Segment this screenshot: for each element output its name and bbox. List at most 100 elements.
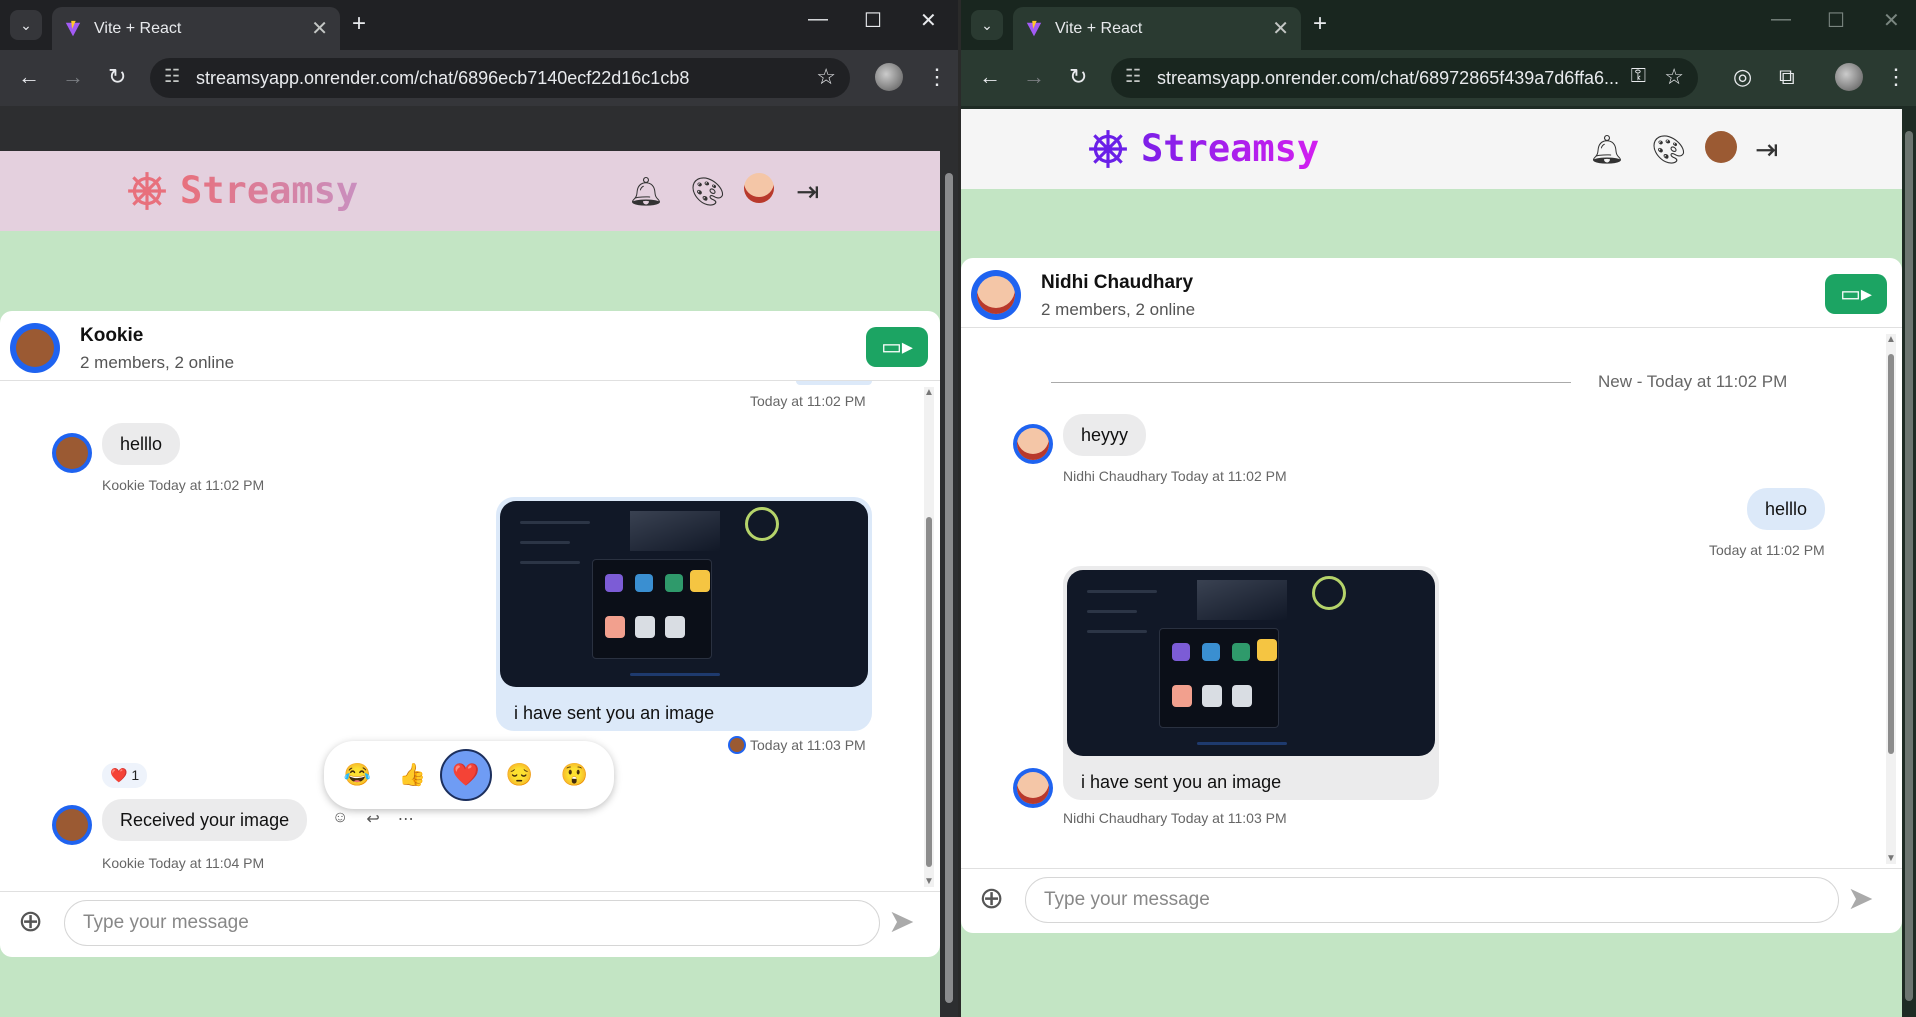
brand-logo[interactable]: Streamsy: [1087, 127, 1319, 170]
maximize-icon[interactable]: ☐: [864, 8, 882, 33]
message-scrollbar[interactable]: ▲ ▼: [924, 387, 934, 887]
message-list[interactable]: New - Today at 11:02 PM heyyy Nidhi Chau…: [961, 328, 1902, 868]
address-bar[interactable]: ☷ streamsyapp.onrender.com/chat/68972865…: [1111, 58, 1698, 98]
bell-icon[interactable]: 🔔︎: [1589, 133, 1625, 166]
message-bubble[interactable]: Received your image: [102, 799, 308, 841]
video-camera-icon: ▭▸: [881, 334, 913, 359]
close-window-icon[interactable]: ✕: [920, 8, 937, 33]
message-bubble[interactable]: helllo: [102, 423, 181, 465]
forward-icon[interactable]: →: [1023, 64, 1045, 90]
reaction-heart[interactable]: ❤️: [440, 749, 492, 801]
message-avatar[interactable]: [52, 433, 92, 473]
brand-logo[interactable]: Streamsy: [126, 169, 358, 212]
reload-icon[interactable]: ↻: [108, 64, 126, 90]
add-reaction-icon[interactable]: ☺: [332, 809, 348, 829]
shared-image[interactable]: [500, 501, 868, 687]
image-message[interactable]: i have sent you an image: [1063, 566, 1439, 800]
message-bubble[interactable]: helllo: [1747, 488, 1826, 530]
reply-icon[interactable]: ↩: [366, 809, 379, 829]
new-tab-icon[interactable]: +: [1313, 10, 1327, 38]
message-input[interactable]: Type your message: [64, 900, 880, 946]
profile-avatar[interactable]: [1835, 63, 1863, 91]
bookmark-star-icon[interactable]: ☆: [816, 64, 836, 90]
extension-target-icon[interactable]: ◎: [1733, 64, 1752, 90]
menu-kebab-icon[interactable]: ⋮: [1885, 64, 1907, 90]
page-scrollbar[interactable]: [1902, 109, 1916, 1017]
palette-icon[interactable]: 🎨︎: [1651, 133, 1687, 166]
scroll-up-icon[interactable]: ▲: [924, 387, 934, 398]
shared-image[interactable]: [1067, 570, 1435, 756]
brand-name: Streamsy: [180, 169, 359, 212]
send-icon[interactable]: ➤: [1847, 879, 1874, 917]
message-avatar[interactable]: [52, 805, 92, 845]
scroll-thumb[interactable]: [1888, 354, 1894, 754]
minimize-icon[interactable]: —: [808, 8, 828, 31]
scroll-down-icon[interactable]: ▼: [924, 876, 934, 887]
menu-kebab-icon[interactable]: ⋮: [926, 64, 948, 90]
scroll-up-icon[interactable]: ▲: [1886, 334, 1896, 345]
forward-icon[interactable]: →: [62, 64, 84, 90]
send-icon[interactable]: ➤: [888, 902, 915, 940]
image-caption: i have sent you an image: [514, 703, 715, 723]
brand-name: Streamsy: [1141, 127, 1320, 170]
reaction-thumbs-up[interactable]: 👍: [385, 749, 440, 801]
close-tab-icon[interactable]: ✕: [311, 16, 328, 41]
page-scrollbar[interactable]: [940, 151, 958, 1017]
site-info-icon[interactable]: ☷: [1125, 66, 1141, 87]
reaction-laugh[interactable]: 😂: [330, 749, 385, 801]
palette-icon[interactable]: 🎨︎: [690, 175, 726, 208]
message-actions: ☺ ↩ ⋯: [332, 809, 414, 829]
password-key-icon[interactable]: ⚿: [1631, 65, 1646, 88]
extensions-icon[interactable]: ⧉: [1779, 64, 1795, 90]
message-input[interactable]: Type your message: [1025, 877, 1839, 923]
logout-icon[interactable]: ⇥: [1755, 133, 1778, 166]
address-bar[interactable]: ☷ streamsyapp.onrender.com/chat/6896ecb7…: [150, 58, 850, 98]
bell-icon[interactable]: 🔔︎: [628, 175, 664, 208]
reload-icon[interactable]: ↻: [1069, 64, 1087, 90]
logout-icon[interactable]: ⇥: [796, 175, 819, 208]
message-list[interactable]: Today at 11:02 PM helllo Kookie Today at…: [0, 381, 940, 891]
minimize-icon[interactable]: —: [1771, 8, 1791, 31]
page-scroll-thumb[interactable]: [1905, 131, 1913, 1001]
message-avatar[interactable]: [1013, 424, 1053, 464]
message-meta: Today at 11:02 PM: [750, 393, 866, 409]
bookmark-star-icon[interactable]: ☆: [1664, 64, 1684, 90]
message-meta: Today at 11:03 PM: [750, 737, 866, 753]
reaction-sad[interactable]: 😔: [492, 749, 547, 801]
more-options-icon[interactable]: ⋯: [398, 809, 414, 829]
user-avatar[interactable]: [1703, 129, 1739, 165]
reaction-chip[interactable]: ❤️ 1: [102, 763, 148, 788]
message-scrollbar[interactable]: ▲ ▼: [1886, 334, 1896, 864]
back-icon[interactable]: ←: [18, 64, 40, 90]
scroll-thumb[interactable]: [926, 517, 932, 867]
user-avatar[interactable]: [742, 171, 776, 205]
site-info-icon[interactable]: ☷: [164, 66, 180, 87]
browser-tab[interactable]: Vite + React ✕: [52, 7, 340, 50]
message-avatar[interactable]: [1013, 768, 1053, 808]
chat-avatar[interactable]: [10, 323, 60, 373]
browser-tab[interactable]: Vite + React ✕: [1013, 7, 1301, 50]
helm-icon: [128, 171, 166, 210]
helm-icon: [1089, 129, 1127, 168]
image-message[interactable]: i have sent you an image: [496, 497, 872, 731]
close-window-icon[interactable]: ✕: [1883, 8, 1900, 33]
video-call-button[interactable]: ▭▸: [1825, 274, 1887, 314]
scroll-down-icon[interactable]: ▼: [1886, 853, 1896, 864]
tab-list-button[interactable]: ⌄: [971, 10, 1003, 40]
new-messages-divider: [1051, 382, 1571, 383]
back-icon[interactable]: ←: [979, 64, 1001, 90]
tab-list-button[interactable]: ⌄: [10, 10, 42, 40]
maximize-icon[interactable]: ☐: [1827, 8, 1845, 33]
close-tab-icon[interactable]: ✕: [1272, 16, 1289, 41]
add-attachment-icon[interactable]: ⊕: [18, 904, 43, 939]
video-call-button[interactable]: ▭▸: [866, 327, 928, 367]
reaction-surprised[interactable]: 😲: [547, 749, 602, 801]
page-scroll-thumb[interactable]: [945, 173, 953, 1003]
chat-avatar[interactable]: [971, 270, 1021, 320]
profile-avatar[interactable]: [875, 63, 903, 91]
message-bubble[interactable]: heyyy: [1063, 414, 1147, 456]
new-tab-icon[interactable]: +: [352, 10, 366, 38]
app-header: Streamsy 🔔︎ 🎨︎ ⇥: [961, 109, 1902, 189]
message-meta: Nidhi Chaudhary Today at 11:02 PM: [1063, 468, 1287, 484]
add-attachment-icon[interactable]: ⊕: [979, 881, 1004, 916]
